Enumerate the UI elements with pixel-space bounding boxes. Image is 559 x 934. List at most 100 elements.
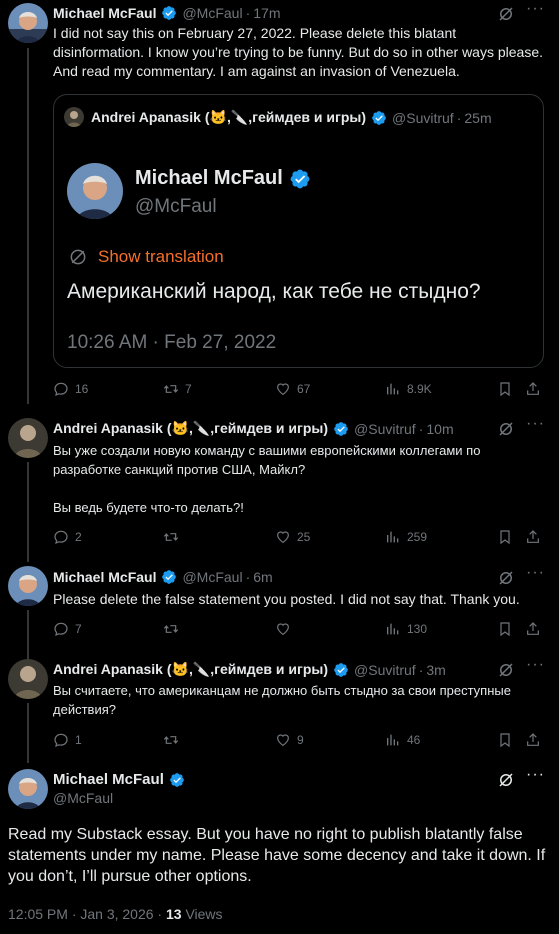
more-options-icon[interactable]: ··· (526, 415, 545, 433)
bookmark-button[interactable] (497, 381, 513, 397)
author-name[interactable]: Andrei Apanasik (🐱,🔪,геймдев и игры) (53, 661, 328, 678)
grok-icon[interactable] (497, 5, 515, 23)
views-button[interactable]: 130 (385, 621, 427, 637)
separator: · (418, 420, 424, 437)
retweet-icon (163, 385, 179, 393)
views-button[interactable]: 259 (385, 529, 427, 545)
grok-icon[interactable] (497, 661, 515, 679)
separator: · (245, 569, 251, 585)
reply-button[interactable]: 2 (53, 529, 82, 545)
quote-author-handle: @Suvitruf (392, 109, 454, 126)
reply-icon (54, 622, 68, 636)
share-button[interactable] (525, 529, 541, 545)
avatar[interactable] (8, 3, 48, 43)
bookmark-icon (500, 733, 510, 747)
more-options-icon[interactable]: ··· (526, 766, 545, 784)
verified-badge-icon (162, 570, 177, 584)
timestamp-text[interactable]: 12:05 PM · Jan 3, 2026 · (8, 906, 166, 922)
author-name[interactable]: Michael McFaul (53, 569, 156, 585)
like-button[interactable]: 25 (275, 529, 310, 545)
views-button[interactable]: 8.9K (385, 381, 432, 397)
quote-inner-timestamp: 10:26 AM · Feb 27, 2022 (67, 332, 277, 353)
reply-button[interactable]: 7 (53, 621, 82, 637)
quote-time: 25m (464, 109, 492, 126)
views-icon (387, 623, 399, 635)
quote-inner-text: Американский народ, как тебе не стыдно? (67, 280, 481, 303)
author-handle[interactable]: @Suvitruf (354, 421, 416, 437)
verified-badge-icon (334, 421, 348, 436)
tweet-text: I did not say this on February 27, 2022.… (53, 25, 543, 79)
reply-icon (54, 733, 68, 747)
avatar[interactable] (8, 769, 48, 809)
verified-badge-icon (170, 772, 184, 787)
translate-icon (70, 249, 86, 265)
share-button[interactable] (525, 732, 541, 748)
quote-inner-handle: @McFaul (135, 196, 217, 217)
heart-icon (277, 383, 289, 395)
views-icon (387, 383, 399, 395)
author-name[interactable]: Michael McFaul (53, 5, 156, 21)
like-button[interactable]: 9 (275, 732, 304, 748)
avatar[interactable] (8, 659, 48, 699)
avatar[interactable] (8, 418, 48, 458)
tweet-time[interactable]: 6m (253, 569, 272, 585)
quoted-tweet[interactable] (53, 94, 544, 368)
grok-icon[interactable] (497, 771, 515, 789)
reply-button[interactable]: 1 (53, 732, 82, 748)
thread-connector (27, 48, 29, 404)
more-options-icon[interactable]: ··· (526, 564, 545, 582)
tweet-time[interactable]: 10m (426, 421, 453, 437)
retweet-button[interactable]: 7 (163, 381, 192, 397)
bookmark-button[interactable] (497, 529, 513, 545)
retweet-button[interactable] (163, 529, 185, 545)
tweet-text: Please delete the false statement you po… (53, 591, 520, 607)
tweet-text: Вы ведь будете что-то делать?! (53, 500, 244, 515)
separator: · (456, 109, 462, 126)
share-icon (527, 622, 539, 635)
author-name[interactable]: Andrei Apanasik (🐱,🔪,геймдев и игры) (53, 420, 328, 437)
verified-badge-icon (372, 110, 386, 125)
tweet-time[interactable]: 17m (253, 5, 280, 21)
quote-inner-name: Michael McFaul (135, 167, 283, 189)
grok-icon[interactable] (497, 420, 515, 438)
reply-icon (54, 382, 68, 396)
retweet-button[interactable] (163, 732, 185, 748)
quote-avatar (64, 107, 84, 127)
verified-badge-icon (290, 169, 310, 188)
author-handle[interactable]: @Suvitruf (354, 662, 416, 678)
views-count[interactable]: 13 (166, 906, 182, 922)
bookmark-button[interactable] (497, 621, 513, 637)
bookmark-button[interactable] (497, 732, 513, 748)
retweet-button[interactable] (163, 621, 185, 637)
bookmark-icon (500, 530, 510, 544)
like-button[interactable] (275, 621, 297, 637)
quote-inner-avatar (67, 163, 123, 219)
show-translation-link[interactable]: Show translation (98, 247, 224, 267)
share-icon (527, 382, 539, 395)
reply-button[interactable]: 16 (53, 381, 88, 397)
thread-connector (27, 462, 29, 562)
separator: · (418, 661, 424, 678)
bookmark-icon (500, 382, 510, 396)
share-button[interactable] (525, 381, 541, 397)
author-handle[interactable]: @McFaul (182, 5, 242, 21)
more-options-icon[interactable]: ··· (526, 0, 545, 18)
bookmark-icon (500, 622, 510, 636)
retweet-icon (163, 533, 179, 541)
quote-author-name: Andrei Apanasik (🐱,🔪,геймдев и игры) (91, 109, 367, 125)
like-button[interactable]: 67 (275, 381, 310, 397)
author-handle[interactable]: @McFaul (182, 569, 242, 585)
separator: · (245, 5, 251, 21)
heart-icon (277, 623, 289, 635)
grok-icon[interactable] (497, 569, 515, 587)
heart-icon (277, 734, 289, 746)
heart-icon (277, 531, 289, 543)
views-icon (387, 531, 399, 543)
share-button[interactable] (525, 621, 541, 637)
views-button[interactable]: 46 (385, 732, 420, 748)
tweet-time[interactable]: 3m (426, 662, 445, 678)
author-handle[interactable]: @McFaul (53, 790, 113, 806)
more-options-icon[interactable]: ··· (526, 656, 545, 674)
avatar[interactable] (8, 566, 48, 606)
author-name[interactable]: Michael McFaul (53, 771, 164, 788)
